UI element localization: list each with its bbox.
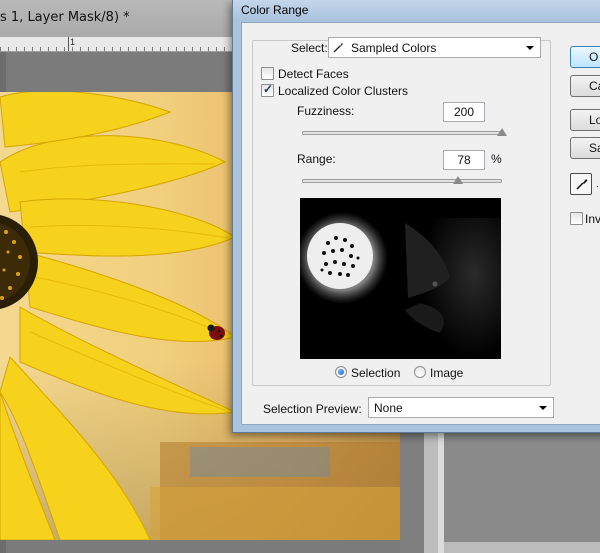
mask-preview-image — [300, 198, 501, 359]
workspace-background — [400, 432, 424, 553]
selection-radio-label: Selection — [351, 366, 401, 380]
range-label: Range: — [297, 152, 336, 166]
ruler-label: 1 — [70, 37, 76, 47]
document-tab[interactable]: s 1, Layer Mask/8) * — [0, 0, 240, 38]
fuzziness-slider-thumb[interactable] — [497, 127, 507, 136]
detect-faces-checkbox[interactable] — [261, 67, 274, 80]
eyedropper-icon — [333, 41, 345, 56]
dialog-titlebar[interactable]: Color Range — [233, 0, 600, 20]
color-range-dialog: Color Range Select: Sampled Colors Detec… — [232, 0, 600, 433]
ok-button-label: O — [589, 50, 599, 64]
invert-label: Inv — [585, 212, 600, 226]
selection-preview-label: Selection Preview: — [263, 402, 362, 416]
select-value: Sampled Colors — [351, 41, 437, 55]
ruler-major-tick — [68, 37, 69, 51]
detect-faces-label: Detect Faces — [278, 67, 349, 81]
radio-selected-dot — [338, 369, 344, 375]
save-button[interactable]: Sa — [570, 137, 600, 159]
document-tab-title: s 1, Layer Mask/8) * — [0, 10, 130, 25]
chevron-down-icon — [526, 46, 534, 50]
dialog-client-area: Select: Sampled Colors Detect Faces ✓ Lo… — [241, 22, 600, 425]
dialog-title: Color Range — [241, 3, 309, 17]
eyedropper-tool-button[interactable] — [570, 173, 592, 195]
fuzziness-field[interactable]: 200 — [443, 102, 485, 122]
eyedropper-tool-label: . — [596, 179, 599, 190]
checkmark-icon: ✓ — [263, 82, 274, 96]
invert-checkbox[interactable] — [570, 212, 583, 225]
selection-preview-value: None — [374, 401, 403, 415]
load-button-label: Lo — [589, 113, 600, 127]
horizontal-ruler: 1 — [0, 37, 240, 52]
range-slider-thumb[interactable] — [453, 175, 463, 184]
selection-radio[interactable] — [335, 366, 347, 378]
image-radio-label: Image — [430, 366, 464, 380]
image-radio[interactable] — [414, 366, 426, 378]
selection-preview-dropdown[interactable]: None — [368, 397, 554, 418]
chevron-down-icon — [539, 406, 547, 410]
fuzziness-slider[interactable] — [302, 131, 502, 135]
fuzziness-label: Fuzziness: — [297, 104, 355, 118]
eyedropper-icon — [575, 177, 589, 194]
panel-divider[interactable] — [424, 432, 438, 553]
save-button-label: Sa — [589, 141, 600, 155]
load-button[interactable]: Lo — [570, 109, 600, 131]
ok-button[interactable]: O — [570, 46, 600, 68]
range-slider[interactable] — [302, 179, 502, 183]
select-dropdown[interactable]: Sampled Colors — [328, 37, 541, 58]
cancel-button[interactable]: Ca — [570, 75, 600, 97]
localized-color-clusters-checkbox[interactable]: ✓ — [261, 82, 274, 97]
select-label: Select: — [291, 41, 328, 55]
panel-bottom-bar — [444, 542, 600, 553]
selection-preview-thumbnail[interactable] — [300, 198, 501, 359]
panel-area — [444, 432, 600, 553]
range-unit: % — [491, 152, 502, 166]
cancel-button-label: Ca — [589, 79, 600, 93]
range-field[interactable]: 78 — [443, 150, 485, 170]
localized-color-clusters-label: Localized Color Clusters — [278, 84, 409, 98]
